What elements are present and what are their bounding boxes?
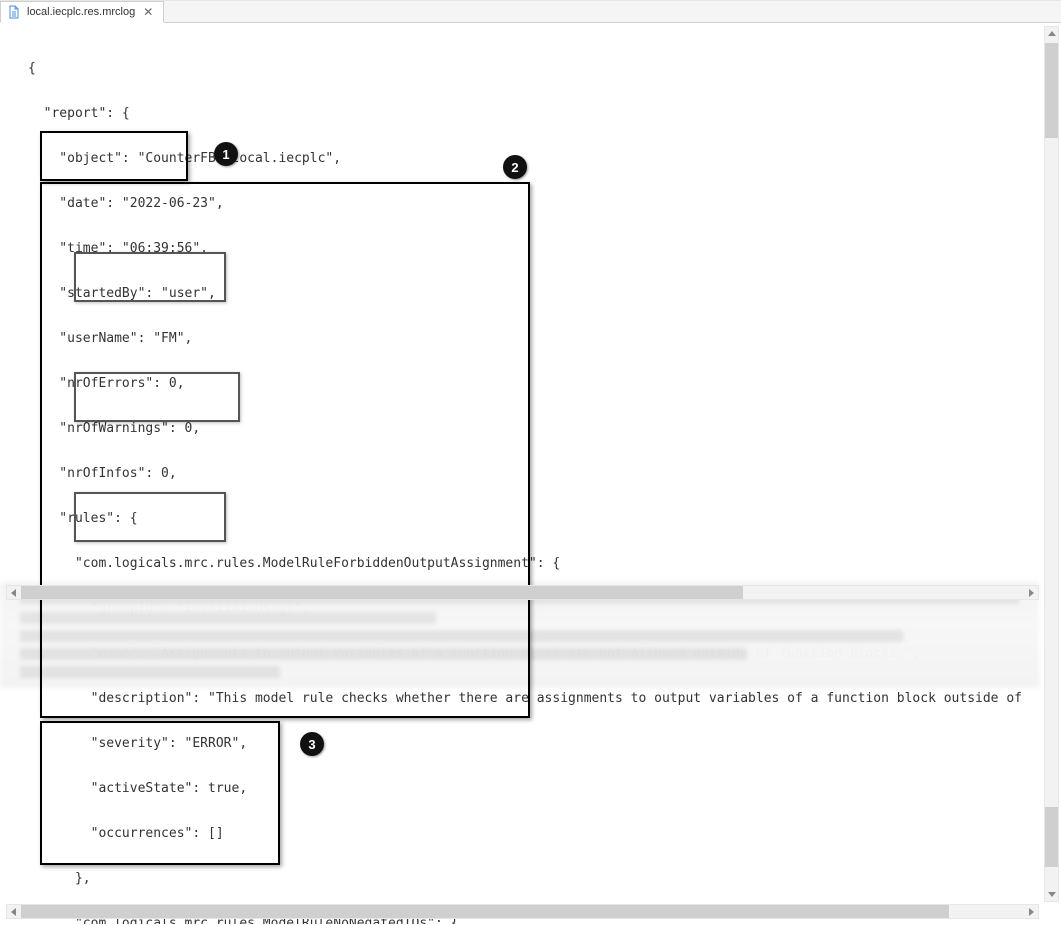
code-line: "groupId": "Iec61131_Usage",	[28, 601, 1030, 616]
code-line: "description": "This model rule checks w…	[28, 691, 1030, 706]
tab-bar: local.iecplc.res.mrclog ✕	[0, 1, 1061, 23]
vertical-scrollbar[interactable]	[1044, 26, 1059, 902]
code-line: "date": "2022-06-23",	[28, 196, 1030, 211]
code-line: "rules": {	[28, 511, 1030, 526]
code-editor[interactable]: { "report": { "object": "CounterFBD/loca…	[0, 24, 1030, 924]
horizontal-scrollbar[interactable]	[6, 585, 1039, 600]
code-line: "severity": "ERROR",	[28, 736, 1030, 751]
scrollbar-thumb[interactable]	[21, 586, 743, 599]
tab-label: local.iecplc.res.mrclog	[27, 5, 135, 20]
code-line: "nrOfErrors": 0,	[28, 376, 1030, 391]
code-line: "nrOfWarnings": 0,	[28, 421, 1030, 436]
editor-wrap: { "report": { "object": "CounterFBD/loca…	[0, 24, 1061, 925]
code-line: {	[28, 61, 1030, 76]
horizontal-scrollbar[interactable]	[6, 904, 1039, 919]
code-line: "report": {	[28, 106, 1030, 121]
code-line: "com.logicals.mrc.rules.ModelRuleForbidd…	[28, 556, 1030, 571]
scrollbar-thumb[interactable]	[1045, 43, 1058, 138]
code-line: "time": "06:39:56",	[28, 241, 1030, 256]
code-line: "userName": "FM",	[28, 331, 1030, 346]
code-line: "startedBy": "user",	[28, 286, 1030, 301]
code-line: "object": "CounterFBD/local.iecplc",	[28, 151, 1030, 166]
code-line: "nrOfInfos": 0,	[28, 466, 1030, 481]
code-line: },	[28, 871, 1030, 886]
tab-active[interactable]: local.iecplc.res.mrclog ✕	[0, 1, 164, 23]
file-icon	[7, 5, 21, 19]
scrollbar-thumb[interactable]	[1045, 807, 1058, 867]
code-line: "occurrences": []	[28, 826, 1030, 841]
editor-pane: local.iecplc.res.mrclog ✕ { "report": { …	[0, 0, 1061, 925]
code-line: "activeState": true,	[28, 781, 1030, 796]
code-line: "name": "Assignments to output variables…	[28, 646, 1030, 661]
close-icon[interactable]: ✕	[141, 5, 155, 20]
scrollbar-thumb[interactable]	[21, 905, 949, 918]
